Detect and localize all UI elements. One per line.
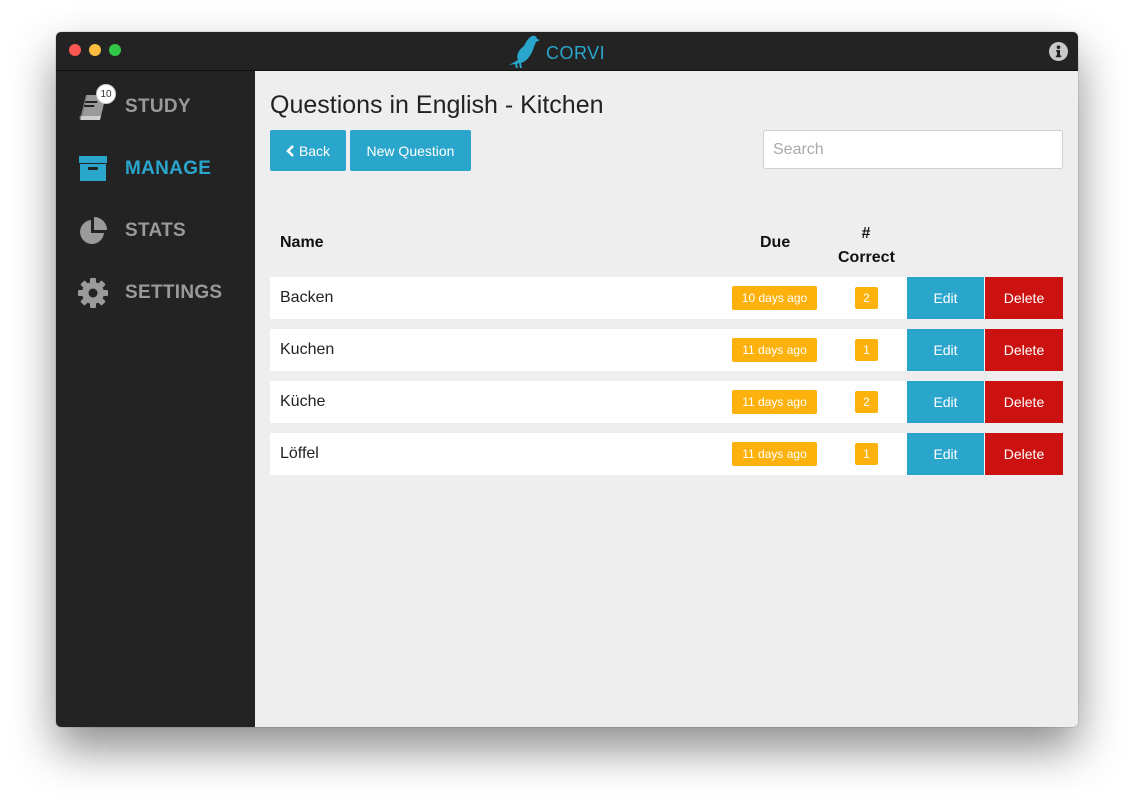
back-button[interactable]: Back (270, 130, 346, 171)
question-name: Löffel (280, 445, 319, 462)
raven-logo-icon (506, 34, 540, 70)
minimize-window-button[interactable] (89, 44, 101, 56)
delete-button[interactable]: Delete (985, 381, 1063, 423)
sidebar-item-label: MANAGE (125, 158, 212, 179)
column-header-due: Due (760, 234, 791, 251)
question-name: Backen (280, 289, 334, 306)
table-row: Küche 11 days ago 2 Edit Delete (270, 381, 1063, 423)
app-title: CORVI (546, 43, 606, 63)
delete-button[interactable]: Delete (985, 277, 1063, 319)
book-icon: 10 (76, 84, 116, 124)
title-bar: CORVI (56, 32, 1078, 71)
sidebar-item-study[interactable]: 10 STUDY (76, 84, 246, 127)
app-window: CORVI 10 STUDY MANAGE STATS SETTINGS Que… (56, 32, 1078, 727)
edit-button[interactable]: Edit (907, 277, 984, 319)
delete-button[interactable]: Delete (985, 433, 1063, 475)
pie-chart-icon (76, 214, 110, 248)
sidebar-item-manage[interactable]: MANAGE (76, 149, 246, 189)
edit-button[interactable]: Edit (907, 329, 984, 371)
sidebar: 10 STUDY MANAGE STATS SETTINGS (56, 71, 255, 727)
delete-button[interactable]: Delete (985, 329, 1063, 371)
correct-count-badge: 2 (855, 391, 878, 413)
gear-icon (76, 276, 110, 310)
edit-button[interactable]: Edit (907, 381, 984, 423)
correct-count-badge: 1 (855, 443, 878, 465)
table-row: Löffel 11 days ago 1 Edit Delete (270, 433, 1063, 475)
table-row: Kuchen 11 days ago 1 Edit Delete (270, 329, 1063, 371)
info-icon[interactable] (1049, 42, 1068, 61)
study-count-badge: 10 (96, 84, 116, 104)
due-badge: 11 days ago (732, 442, 817, 466)
sidebar-item-label: STATS (125, 220, 186, 241)
search-input[interactable] (763, 130, 1063, 169)
new-question-button[interactable]: New Question (350, 130, 471, 171)
edit-button[interactable]: Edit (907, 433, 984, 475)
sidebar-item-label: SETTINGS (125, 282, 223, 303)
correct-count-badge: 1 (855, 339, 878, 361)
table-row: Backen 10 days ago 2 Edit Delete (270, 277, 1063, 319)
close-window-button[interactable] (69, 44, 81, 56)
archive-icon (76, 152, 110, 186)
question-name: Kuchen (280, 341, 335, 358)
zoom-window-button[interactable] (109, 44, 121, 56)
sidebar-item-stats[interactable]: STATS (76, 211, 246, 251)
correct-count-badge: 2 (855, 287, 878, 309)
due-badge: 10 days ago (732, 286, 817, 310)
column-header-correct-label: Correct (838, 249, 895, 266)
main-content: Questions in English - Kitchen Back New … (255, 71, 1078, 727)
sidebar-item-settings[interactable]: SETTINGS (76, 273, 246, 313)
sidebar-item-label: STUDY (125, 96, 191, 117)
question-name: Küche (280, 393, 326, 410)
column-header-correct: # Correct (838, 222, 895, 270)
chevron-left-icon (286, 144, 295, 157)
app-brand: CORVI (506, 32, 605, 71)
back-button-label: Back (298, 142, 331, 159)
page-title: Questions in English - Kitchen (270, 91, 604, 119)
column-header-correct-hash: # (861, 225, 871, 242)
due-badge: 11 days ago (732, 338, 817, 362)
due-badge: 11 days ago (732, 390, 817, 414)
column-header-name: Name (280, 234, 324, 251)
